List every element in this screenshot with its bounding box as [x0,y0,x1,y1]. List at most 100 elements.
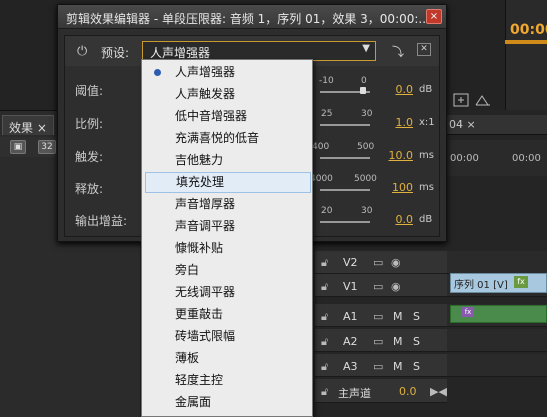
scale-mark: 500 [357,142,375,152]
insert-icon[interactable] [453,93,469,107]
threshold-label: 阈值: [75,84,104,98]
sync-icon[interactable]: ▭ [373,335,383,348]
threshold-value[interactable]: 0.0 [387,83,414,96]
mute-button[interactable]: M [393,310,403,323]
scale-mark: 20 [321,206,333,216]
preset-option-label: 无线调平器 [175,285,236,299]
clip-sequence-01-video[interactable]: 序列 01 [V] [450,273,547,293]
solo-button[interactable]: S [413,360,420,373]
scale-mark: 4000 [310,174,333,184]
scale-mark: 30 [361,109,373,119]
preset-option[interactable]: 人声增强器 [145,62,311,83]
track-lane-a2[interactable] [447,329,547,352]
preset-option-label: 更重敲击 [175,307,224,321]
sequence-tab-label: 04 × [449,118,476,131]
attack-slider[interactable] [320,157,370,159]
preset-dropdown-list: 人声增强器 人声触发器 低中音增强器 充满喜悦的低音 吉他魅力 填充处理 声音增… [141,59,313,417]
track-name-v1: V1 [343,280,358,293]
dialog-titlebar[interactable]: 剪辑效果编辑器 - 单段压限器: 音频 1，序列 01，效果 3，00:00:.… [58,5,446,29]
lock-icon[interactable]: 🔓︎ [321,280,328,294]
release-slider[interactable] [320,189,370,191]
preset-option[interactable]: 人声触发器 [145,84,311,105]
preset-option[interactable]: 更重敲击 [145,304,311,325]
preset-select[interactable]: 人声增强器 ▼ [142,41,376,61]
release-value[interactable]: 100 [387,181,413,194]
solo-button[interactable]: S [413,310,420,323]
sync-icon[interactable]: ▭ [373,310,383,323]
preset-option-label: 充满喜悦的低音 [175,131,260,145]
output-gain-unit: dB [419,214,433,225]
bin-32-button[interactable]: 32 [38,140,56,154]
tab-effects[interactable]: 效果 × [2,115,54,135]
preset-option[interactable]: 吉他魅力 [145,150,311,171]
scale-mark: 25 [321,109,333,119]
solo-button[interactable]: S [413,335,420,348]
preset-bin-icon[interactable]: ▣ [10,140,26,154]
overwrite-icon[interactable] [475,95,490,106]
preset-option[interactable]: 慷慨补贴 [145,238,311,259]
preset-option-hovered[interactable]: 填充处理 [145,172,311,193]
threshold-slider-knob[interactable] [360,87,366,94]
output-gain-value[interactable]: 0.0 [387,213,414,226]
fx-badge: fx [462,307,474,317]
sync-icon[interactable]: ▭ [373,256,383,269]
preset-option[interactable]: 充满喜悦的低音 [145,128,311,149]
attack-value[interactable]: 10.0 [387,149,414,162]
track-lane-v2[interactable] [447,251,547,274]
preset-option[interactable]: 砖墙式限幅 [145,326,311,347]
go-to-end-icon[interactable]: ▶◀ [430,385,447,398]
scale-mark: 0 [361,76,367,86]
output-gain-slider[interactable] [320,221,370,223]
preset-option[interactable]: 轻度主控 [145,370,311,391]
delete-preset-icon[interactable]: ✕ [417,43,431,56]
preset-option[interactable]: 声音增厚器 [145,194,311,215]
timecode-bar [505,40,547,44]
ratio-value[interactable]: 1.0 [387,116,414,129]
eye-icon[interactable]: ◉ [391,256,401,269]
track-name-a1: A1 [343,310,358,323]
preset-option-label: 轻度主控 [175,373,224,387]
playhead-timecode[interactable]: 00:00 [510,22,547,38]
scale-mark: 5000 [354,174,377,184]
lock-icon[interactable]: 🔓︎ [321,335,328,349]
release-unit: ms [419,182,434,193]
close-button[interactable]: × [426,9,442,24]
ratio-slider[interactable] [320,124,370,126]
lock-icon[interactable]: 🔓︎ [321,360,328,374]
mute-button[interactable]: M [393,360,403,373]
lock-icon[interactable]: 🔓︎ [321,310,328,324]
preset-option-label: 声音增厚器 [175,197,236,211]
power-icon[interactable]: ⏻ [77,44,87,59]
preset-option-label: 金属面 [175,395,212,409]
preset-option-label: 砖墙式限幅 [175,329,236,343]
mute-button[interactable]: M [393,335,403,348]
track-lane-a3[interactable] [447,354,547,377]
preset-option[interactable]: 声音调平器 [145,216,311,237]
scale-mark: 400 [312,142,330,152]
preset-label: 预设: [101,46,130,60]
preset-option[interactable]: 薄板 [145,348,311,369]
preset-option-label: 慷慨补贴 [175,241,224,255]
master-volume-value[interactable]: 0.0 [399,385,417,398]
scale-mark: -10 [319,76,334,86]
track-name-a2: A2 [343,335,358,348]
preset-option-label: 低中音增强器 [175,109,248,123]
preset-option[interactable]: 无线调平器 [145,282,311,303]
track-header-master[interactable] [315,379,447,403]
clip-label: 序列 01 [V] [454,280,508,291]
preset-option[interactable]: 金属面 [145,392,311,413]
sync-icon[interactable]: ▭ [373,360,383,373]
preset-option-label: 填充处理 [176,175,225,189]
preset-option[interactable]: 旁白 [145,260,311,281]
ratio-unit: x:1 [419,117,435,128]
track-name-v2: V2 [343,256,358,269]
preset-option[interactable]: 低中音增强器 [145,106,311,127]
threshold-unit: dB [419,84,433,95]
lock-icon[interactable]: 🔓︎ [321,256,328,270]
sync-icon[interactable]: ▭ [373,280,383,293]
program-monitor-panel [505,0,547,110]
eye-icon[interactable]: ◉ [391,280,401,293]
preset-option-label: 薄板 [175,351,200,365]
save-preset-icon[interactable]: ⤵ [392,43,404,60]
lock-icon[interactable]: 🔓︎ [321,385,328,399]
